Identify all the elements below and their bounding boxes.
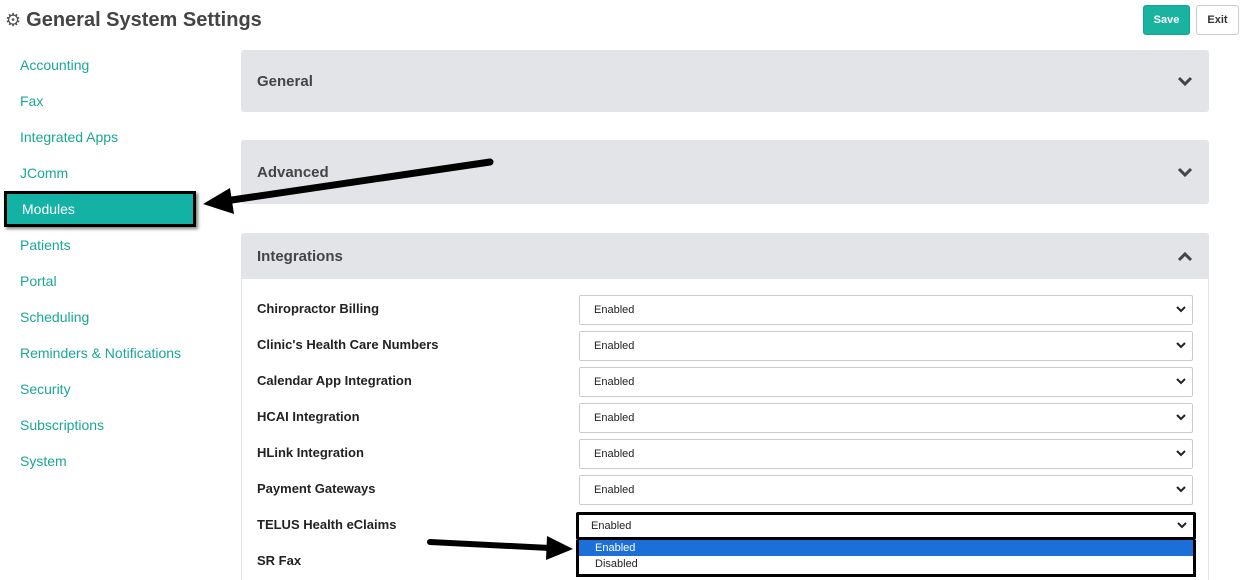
chevron-down-icon	[1176, 484, 1186, 496]
sidebar-item-jcomm[interactable]: JComm	[0, 155, 200, 191]
gear-icon: ⚙	[5, 10, 22, 30]
telus-health-eclaims-select[interactable]: Enabled	[576, 512, 1196, 540]
calendar-app-integration-label: Calendar App Integration	[257, 373, 412, 388]
chevron-down-icon	[1176, 412, 1186, 424]
chevron-down-icon	[1176, 304, 1186, 316]
integrations-panel-title: Integrations	[257, 247, 343, 265]
chevron-down-icon	[1177, 520, 1187, 532]
integrations-panel-header[interactable]: Integrations	[241, 233, 1209, 279]
sidebar-item-scheduling[interactable]: Scheduling	[0, 299, 200, 335]
select-value: Enabled	[591, 520, 632, 532]
dropdown-option-enabled[interactable]: Enabled	[579, 540, 1193, 556]
select-value: Enabled	[594, 376, 635, 388]
telus-health-eclaims-label: TELUS Health eClaims	[257, 517, 397, 532]
sidebar-item-accounting[interactable]: Accounting	[0, 47, 200, 83]
chevron-down-icon	[1177, 75, 1193, 87]
sidebar-item-security[interactable]: Security	[0, 371, 200, 407]
clinic-health-care-numbers-label: Clinic's Health Care Numbers	[257, 337, 439, 352]
advanced-panel-title: Advanced	[257, 163, 329, 181]
chevron-down-icon	[1176, 340, 1186, 352]
telus-health-eclaims-dropdown: Enabled Disabled	[576, 540, 1196, 577]
sr-fax-label: SR Fax	[257, 553, 302, 568]
save-button[interactable]: Save	[1143, 5, 1190, 35]
sidebar-item-modules[interactable]: Modules	[4, 191, 196, 227]
general-panel-header[interactable]: General	[241, 50, 1209, 112]
sidebar-item-fax[interactable]: Fax	[0, 83, 200, 119]
chevron-down-icon	[1176, 376, 1186, 388]
settings-sidebar: Accounting Fax Integrated Apps JComm Mod…	[0, 47, 200, 479]
select-value: Enabled	[594, 484, 635, 496]
hlink-integration-label: HLink Integration	[257, 445, 364, 460]
general-panel-title: General	[257, 72, 313, 90]
select-value: Enabled	[594, 340, 635, 352]
exit-button[interactable]: Exit	[1196, 5, 1239, 35]
payment-gateways-select[interactable]: Enabled	[579, 475, 1193, 505]
page-title-text: General System Settings	[26, 8, 262, 31]
chevron-up-icon	[1177, 250, 1193, 262]
sidebar-item-system[interactable]: System	[0, 443, 200, 479]
select-value: Enabled	[594, 448, 635, 460]
sidebar-item-patients[interactable]: Patients	[0, 227, 200, 263]
payment-gateways-label: Payment Gateways	[257, 481, 376, 496]
sidebar-item-integrated-apps[interactable]: Integrated Apps	[0, 119, 200, 155]
advanced-panel-header[interactable]: Advanced	[241, 140, 1209, 204]
clinic-health-care-numbers-select[interactable]: Enabled	[579, 331, 1193, 361]
sidebar-item-portal[interactable]: Portal	[0, 263, 200, 299]
hlink-integration-select[interactable]: Enabled	[579, 439, 1193, 469]
select-value: Enabled	[594, 304, 635, 316]
sidebar-item-reminders-notifications[interactable]: Reminders & Notifications	[0, 335, 200, 371]
calendar-app-integration-select[interactable]: Enabled	[579, 367, 1193, 397]
page-title: ⚙ General System Settings	[5, 6, 262, 34]
sidebar-item-subscriptions[interactable]: Subscriptions	[0, 407, 200, 443]
dropdown-option-disabled[interactable]: Disabled	[579, 556, 1193, 572]
chiropractor-billing-select[interactable]: Enabled	[579, 295, 1193, 325]
chiropractor-billing-label: Chiropractor Billing	[257, 301, 380, 316]
chevron-down-icon	[1177, 166, 1193, 178]
select-value: Enabled	[594, 412, 635, 424]
chevron-down-icon	[1176, 448, 1186, 460]
hcai-integration-label: HCAI Integration	[257, 409, 360, 424]
hcai-integration-select[interactable]: Enabled	[579, 403, 1193, 433]
